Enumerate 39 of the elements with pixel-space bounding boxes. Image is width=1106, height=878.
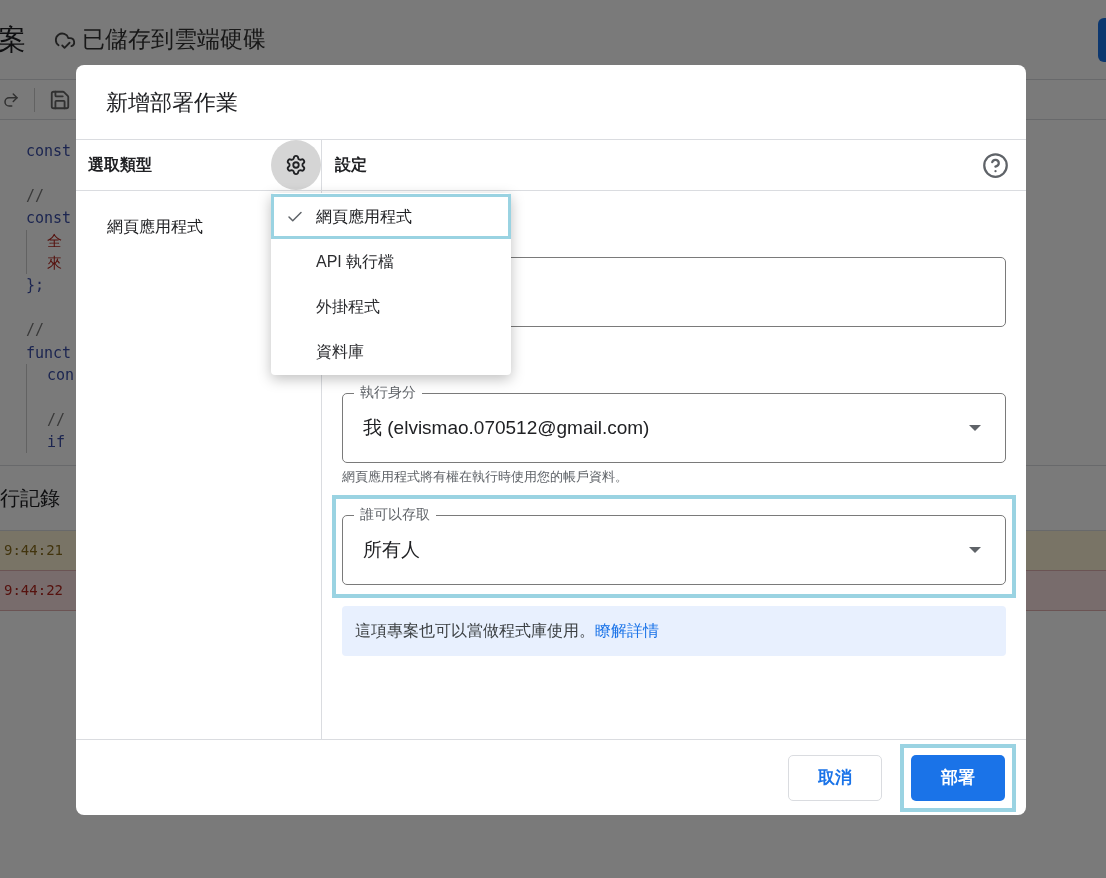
menu-item[interactable]: 資料庫 bbox=[271, 329, 511, 374]
code-text: 來 bbox=[47, 253, 62, 272]
dropdown-caret-icon bbox=[969, 425, 981, 431]
code-text: }; bbox=[26, 276, 45, 295]
gear-icon bbox=[285, 154, 307, 176]
log-title: 行記錄 bbox=[0, 486, 60, 511]
column-header: 選取類型 bbox=[88, 155, 152, 175]
column-header: 設定 bbox=[335, 155, 367, 175]
save-icon[interactable] bbox=[49, 88, 71, 111]
code-text: const bbox=[26, 209, 72, 228]
code-text: con bbox=[47, 365, 75, 384]
code-text: // bbox=[47, 410, 66, 429]
code-text: if bbox=[47, 433, 66, 452]
learn-more-link[interactable]: 瞭解詳情 bbox=[595, 622, 659, 639]
redo-icon[interactable] bbox=[2, 90, 20, 109]
settings-button[interactable] bbox=[271, 140, 321, 190]
field-value: 所有人 bbox=[363, 537, 421, 562]
dropdown-caret-icon bbox=[969, 547, 981, 553]
code-text: const bbox=[26, 142, 72, 160]
log-time: 9:44:22 bbox=[4, 581, 63, 600]
field-value: 我 (elvismao.070512@gmail.com) bbox=[363, 415, 651, 440]
help-icon[interactable] bbox=[982, 151, 1009, 179]
field-label: 誰可以存取 bbox=[354, 505, 436, 523]
deploy-button[interactable]: 部署 bbox=[911, 754, 1005, 801]
code-text: // bbox=[26, 186, 45, 205]
menu-item[interactable]: API 執行檔 bbox=[271, 239, 511, 284]
cancel-button[interactable]: 取消 bbox=[788, 754, 882, 801]
code-text: 全 bbox=[47, 231, 62, 250]
field-label: 執行身分 bbox=[354, 383, 422, 401]
code-text: funct bbox=[26, 343, 72, 362]
code-text: // bbox=[26, 321, 45, 340]
dialog-title: 新增部署作業 bbox=[106, 88, 238, 117]
menu-item[interactable]: 外掛程式 bbox=[271, 284, 511, 329]
info-text: 這項專案也可以當做程式庫使用。瞭解詳情 bbox=[355, 621, 659, 641]
menu-item[interactable]: 網頁應用程式 bbox=[271, 194, 511, 239]
helper-text: 網頁應用程式將有權在執行時使用您的帳戶資料。 bbox=[342, 469, 629, 485]
save-status: 已儲存到雲端硬碟 bbox=[82, 25, 266, 55]
type-item[interactable]: 網頁應用程式 bbox=[107, 218, 203, 235]
log-time: 9:44:21 bbox=[4, 541, 63, 560]
